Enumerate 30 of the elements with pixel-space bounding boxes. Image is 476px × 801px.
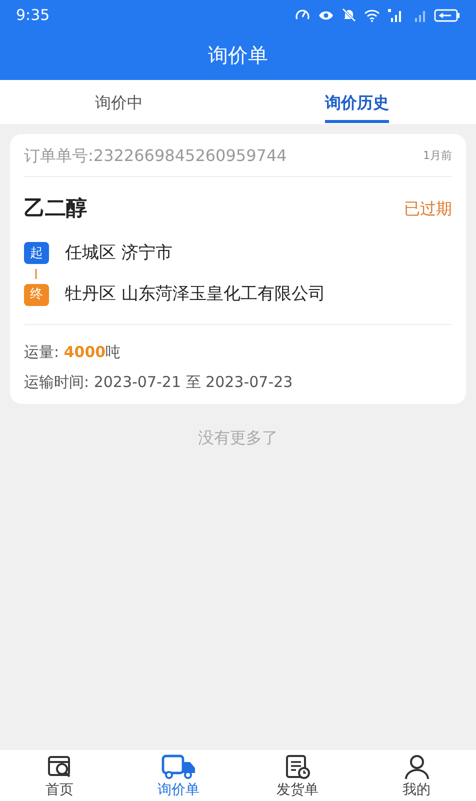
signal-icon <box>388 8 404 22</box>
origin-badge: 起 <box>24 242 49 264</box>
battery-icon <box>434 8 460 22</box>
transport-period: 运输时间: 2023-07-21 至 2023-07-23 <box>24 372 294 393</box>
tab[interactable]: 询价中 <box>0 80 238 124</box>
muted-bell-icon <box>342 8 356 22</box>
speed-icon <box>295 8 310 22</box>
origin-address: 任城区 济宁市 <box>65 242 172 264</box>
order-status: 已过期 <box>404 198 452 220</box>
nav-tab[interactable]: 我的 <box>357 750 476 801</box>
wifi-icon <box>364 8 380 22</box>
nav-tab[interactable]: 发货单 <box>238 750 357 801</box>
nav-tab[interactable]: 询价单 <box>119 750 238 801</box>
nav-tab[interactable]: 首页 <box>0 750 119 801</box>
end-of-list-note: 没有更多了 <box>198 428 278 446</box>
product-name: 乙二醇 <box>24 195 87 222</box>
destination-address: 牡丹区 山东菏泽玉皇化工有限公司 <box>65 283 326 306</box>
eye-icon <box>318 10 334 20</box>
page-title: 询价单 <box>208 42 268 69</box>
order-card[interactable]: 订单单号:2322669845260959744 1月前 乙二醇 已过期 起 任城区 济宁市 终 牡丹区 山东菏泽玉皇化工有限公司 运量: 4000吨 运输时间: 2023-07-21 至 2023-07-23 <box>10 134 466 404</box>
order-number: 订单单号:2322669845260959744 <box>24 145 287 167</box>
order-age: 1月前 <box>423 148 452 164</box>
freight-volume: 运量: 4000吨 <box>24 342 122 362</box>
user-icon <box>402 754 430 780</box>
truck-icon <box>160 754 196 780</box>
tab[interactable]: 询价历史 <box>238 80 476 124</box>
status-time: 9:35 <box>16 4 50 26</box>
signal-icon <box>412 8 426 22</box>
document-clock-icon <box>284 754 312 780</box>
destination-badge: 终 <box>24 284 49 306</box>
